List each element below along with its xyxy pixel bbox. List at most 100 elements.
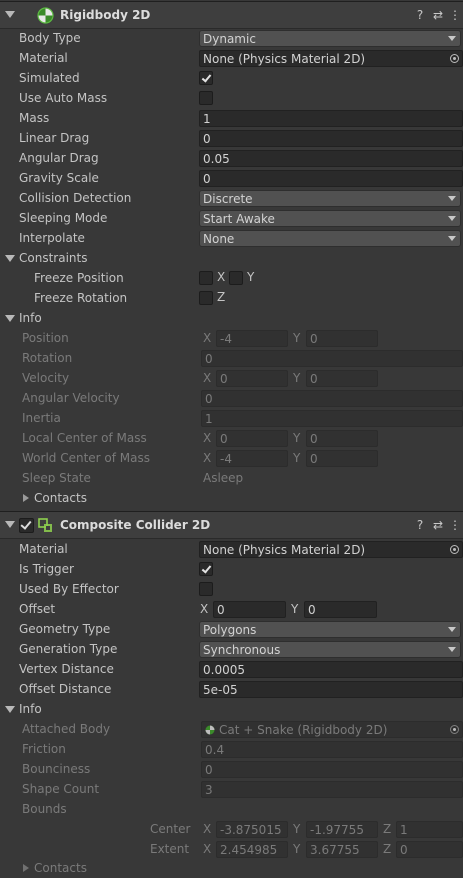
offset-distance-field[interactable]: 5e-05	[199, 681, 463, 698]
extent-z-field: 0	[396, 841, 463, 858]
vertex-distance-label: Vertex Distance	[19, 662, 114, 676]
rigidbody2d-icon	[205, 725, 215, 735]
geometry-type-dropdown[interactable]: Polygons	[199, 621, 461, 638]
material-value: None (Physics Material 2D)	[203, 52, 366, 66]
axis-x-label: X	[203, 822, 212, 836]
contacts-foldout-icon[interactable]	[23, 494, 29, 502]
help-icon[interactable]: ?	[412, 7, 428, 23]
contacts-foldout[interactable]: Contacts	[34, 858, 87, 878]
freeze-rotation-z-checkbox[interactable]	[199, 291, 213, 305]
rotation-label: Rotation	[22, 351, 73, 365]
axis-x-label[interactable]: X	[200, 601, 208, 618]
world-com-x-field: -4	[216, 450, 288, 467]
object-picker-icon[interactable]	[450, 54, 459, 63]
velocity-label: Velocity	[22, 371, 70, 385]
axis-x-label: X	[203, 431, 212, 445]
sleeping-mode-dropdown[interactable]: Start Awake	[199, 210, 461, 227]
object-picker-icon[interactable]	[450, 545, 459, 554]
component-menu-icon[interactable]: ⋮	[447, 517, 463, 533]
freeze-position-x-checkbox[interactable]	[199, 271, 213, 285]
generation-type-label: Generation Type	[19, 642, 118, 656]
mass-field[interactable]: 1	[199, 110, 463, 127]
constraints-foldout-icon[interactable]	[5, 255, 15, 262]
linear-drag-field[interactable]: 0	[199, 130, 463, 147]
dropdown-arrow-icon	[448, 216, 456, 221]
linear-drag-label: Linear Drag	[19, 131, 90, 145]
bounds-label: Bounds	[22, 802, 67, 816]
component-menu-icon[interactable]: ⋮	[447, 7, 463, 23]
material-field[interactable]: None (Physics Material 2D)	[199, 541, 463, 558]
freeze-position-y-label: Y	[247, 270, 255, 284]
center-y-field: -1.97755	[306, 821, 378, 838]
info-foldout[interactable]: Info	[19, 699, 42, 719]
inertia-label: Inertia	[22, 411, 61, 425]
simulated-checkbox[interactable]	[199, 71, 213, 85]
world-center-of-mass-label: World Center of Mass	[22, 451, 150, 465]
angular-drag-field[interactable]: 0.05	[199, 150, 463, 167]
position-x-field: -4	[216, 330, 288, 347]
dropdown-arrow-icon	[448, 627, 456, 632]
body-type-label: Body Type	[19, 31, 81, 45]
geometry-type-value: Polygons	[203, 623, 257, 637]
constraints-foldout[interactable]: Constraints	[19, 248, 87, 268]
position-y-field: 0	[306, 330, 378, 347]
shape-count-label: Shape Count	[22, 782, 100, 796]
contacts-foldout[interactable]: Contacts	[34, 488, 87, 508]
body-type-value: Dynamic	[203, 32, 256, 46]
sleeping-mode-value: Start Awake	[203, 212, 275, 226]
generation-type-value: Synchronous	[203, 643, 281, 657]
offset-x-field[interactable]: 0	[213, 601, 286, 618]
interpolate-dropdown[interactable]: None	[199, 230, 461, 247]
axis-y-label: Y	[293, 842, 301, 856]
local-center-of-mass-label: Local Center of Mass	[22, 431, 147, 445]
axis-x-label: X	[203, 331, 212, 345]
offset-y-field[interactable]: 0	[304, 601, 377, 618]
freeze-rotation-z-label: Z	[217, 290, 226, 304]
used-by-effector-checkbox[interactable]	[199, 582, 213, 596]
geometry-type-label: Geometry Type	[19, 622, 111, 636]
axis-y-label[interactable]: Y	[291, 601, 298, 618]
composite-collider-header[interactable]: Composite Collider 2D ? ⇄ ⋮	[0, 511, 463, 539]
use-auto-mass-checkbox[interactable]	[199, 91, 213, 105]
attached-body-label: Attached Body	[22, 722, 111, 736]
object-picker-icon	[450, 725, 459, 734]
collapse-arrow-icon[interactable]	[5, 11, 15, 18]
is-trigger-checkbox[interactable]	[199, 562, 213, 576]
collision-detection-label: Collision Detection	[19, 191, 132, 205]
freeze-position-y-checkbox[interactable]	[229, 271, 243, 285]
vertex-distance-field[interactable]: 0.0005	[199, 661, 463, 678]
friction-label: Friction	[22, 742, 66, 756]
info-foldout-icon[interactable]	[5, 315, 15, 322]
help-icon[interactable]: ?	[412, 517, 428, 533]
rigidbody2d-header[interactable]: Rigidbody 2D ? ⇄ ⋮	[0, 1, 463, 29]
material-label: Material	[19, 542, 68, 556]
collision-detection-dropdown[interactable]: Discrete	[199, 190, 461, 207]
interpolate-value: None	[203, 232, 235, 246]
center-x-field: -3.875015	[216, 821, 288, 838]
generation-type-dropdown[interactable]: Synchronous	[199, 641, 461, 658]
info-foldout-icon[interactable]	[5, 706, 15, 713]
is-trigger-label: Is Trigger	[19, 562, 74, 576]
collapse-arrow-icon[interactable]	[5, 521, 15, 528]
axis-y-label: Y	[293, 451, 301, 465]
extent-x-field: 2.454985	[216, 841, 288, 858]
presets-icon[interactable]: ⇄	[430, 7, 446, 23]
axis-z-label: Z	[383, 842, 392, 856]
local-com-x-field: 0	[216, 430, 288, 447]
axis-y-label: Y	[293, 822, 301, 836]
extent-y-field: 3.67755	[306, 841, 378, 858]
axis-y-label: Y	[293, 431, 301, 445]
bounds-center-label: Center	[150, 822, 191, 836]
component-enabled-checkbox[interactable]	[19, 518, 34, 533]
presets-icon[interactable]: ⇄	[430, 517, 446, 533]
offset-distance-label: Offset Distance	[19, 682, 112, 696]
axis-x-label: X	[203, 371, 212, 385]
attached-body-value: Cat + Snake (Rigidbody 2D)	[219, 723, 388, 737]
dropdown-arrow-icon	[448, 236, 456, 241]
material-field[interactable]: None (Physics Material 2D)	[199, 50, 463, 67]
body-type-dropdown[interactable]: Dynamic	[199, 30, 461, 47]
component-title: Rigidbody 2D	[60, 8, 151, 22]
info-foldout[interactable]: Info	[19, 308, 42, 328]
gravity-scale-field[interactable]: 0	[199, 170, 463, 187]
world-com-y-field: 0	[306, 450, 378, 467]
